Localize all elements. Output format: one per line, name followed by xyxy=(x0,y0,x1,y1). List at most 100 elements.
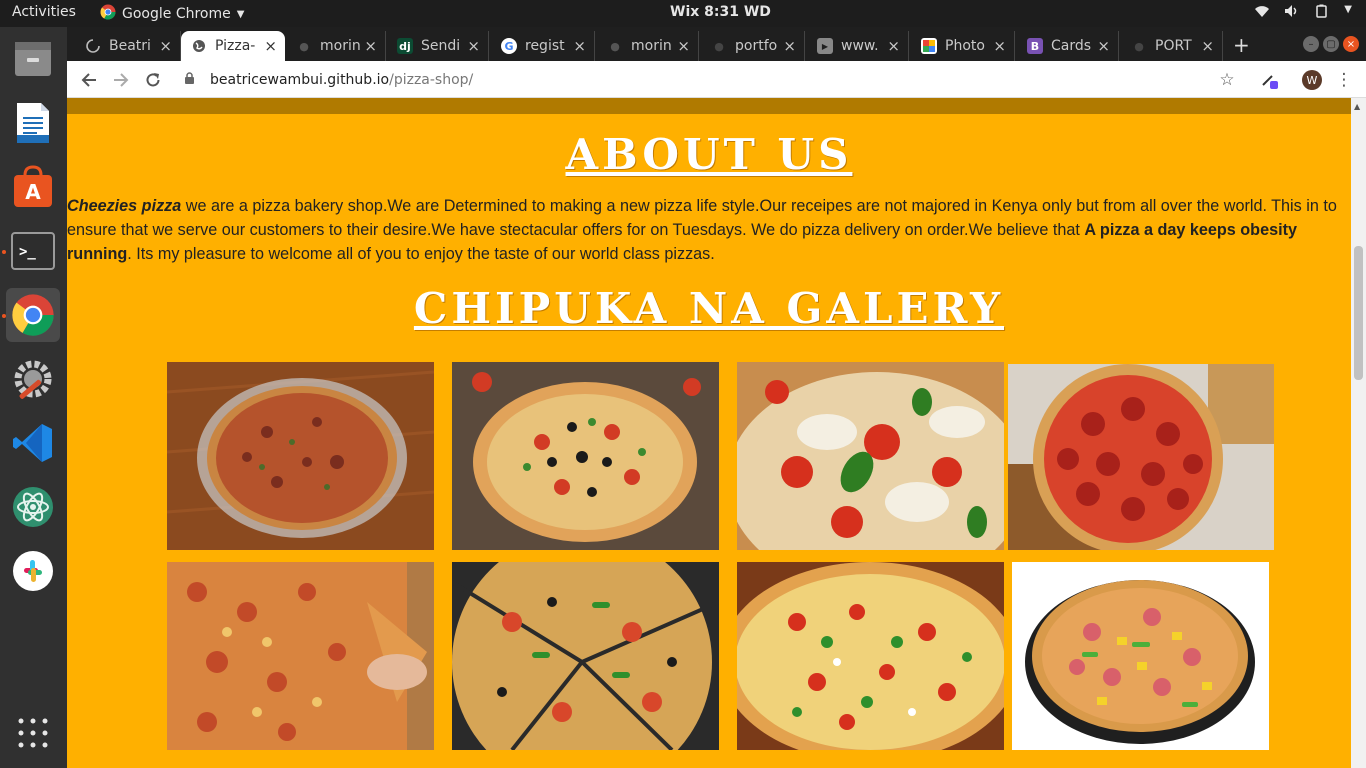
app-menu[interactable]: Google Chrome ▼ xyxy=(100,4,244,24)
system-top-bar: Activities Google Chrome ▼ Wix 8:31 WD ▼ xyxy=(0,0,1366,27)
terminal-app-icon[interactable]: >_ xyxy=(6,224,60,278)
close-icon[interactable]: × xyxy=(573,37,586,55)
browser-tab[interactable]: ▶ www. × xyxy=(807,31,909,61)
window-controls: – ▢ × xyxy=(1303,36,1359,52)
browser-tab[interactable]: ● morin × xyxy=(597,31,699,61)
close-icon[interactable]: × xyxy=(364,37,377,55)
close-icon[interactable]: × xyxy=(1201,37,1214,55)
minimize-button[interactable]: – xyxy=(1303,36,1319,52)
extension-icon[interactable] xyxy=(1257,68,1281,92)
tab-label: regist xyxy=(525,38,565,54)
about-text-part-2: . Its my pleasure to welcome all of you … xyxy=(127,245,715,263)
tab-strip: Beatri × Pizza- × ● morin × dj Sendi × G… xyxy=(67,27,1366,61)
avatar: W xyxy=(1302,70,1322,90)
profile-avatar-button[interactable]: W xyxy=(1300,68,1324,92)
maximize-button[interactable]: ▢ xyxy=(1323,36,1339,52)
tab-label: portfo xyxy=(735,38,778,54)
browser-tab[interactable]: ● PORT × xyxy=(1121,31,1223,61)
gallery-image[interactable] xyxy=(167,362,434,550)
browser-tab-active[interactable]: Pizza- × xyxy=(181,31,285,61)
settings-app-icon[interactable] xyxy=(6,352,60,406)
github-icon: ● xyxy=(1134,39,1144,53)
slack-app-icon[interactable] xyxy=(6,544,60,598)
browser-tab[interactable]: Beatri × xyxy=(75,31,181,61)
tab-label: Pizza- xyxy=(215,38,255,54)
close-icon[interactable]: × xyxy=(993,37,1006,55)
browser-tab[interactable]: B Cards × xyxy=(1017,31,1119,61)
writer-app-icon[interactable] xyxy=(6,96,60,150)
close-icon[interactable]: × xyxy=(887,37,900,55)
gallery-image[interactable] xyxy=(1008,364,1274,550)
about-paragraph: Cheezies pizza we are a pizza bakery sho… xyxy=(67,194,1337,266)
close-window-button[interactable]: × xyxy=(1343,36,1359,52)
page-viewport: ABOUT US Cheezies pizza we are a pizza b… xyxy=(67,98,1351,768)
github-icon: ● xyxy=(299,39,309,53)
back-button[interactable] xyxy=(78,69,100,91)
battery-icon xyxy=(1314,4,1330,22)
forward-button[interactable] xyxy=(110,69,132,91)
django-icon: dj xyxy=(397,38,413,54)
close-icon[interactable]: × xyxy=(1097,37,1110,55)
gallery-image[interactable] xyxy=(737,362,1004,550)
tab-label: morin xyxy=(631,38,672,54)
chrome-icon xyxy=(100,4,116,24)
brand-name: Cheezies pizza xyxy=(67,197,182,215)
wifi-icon xyxy=(1254,4,1270,22)
lock-icon[interactable] xyxy=(184,72,198,88)
browser-toolbar: beatricewambui.github.io/pizza-shop/ ☆ W… xyxy=(67,61,1366,98)
globe-icon xyxy=(191,38,207,54)
gallery-image[interactable] xyxy=(737,562,1004,750)
loading-icon xyxy=(85,38,101,54)
address-bar[interactable]: beatricewambui.github.io/pizza-shop/ xyxy=(184,66,1244,94)
scroll-up-icon[interactable]: ▲ xyxy=(1354,102,1360,111)
svg-text:>_: >_ xyxy=(19,244,36,260)
tab-label: PORT xyxy=(1155,38,1192,54)
close-icon[interactable]: × xyxy=(783,37,796,55)
browser-tab[interactable]: ● portfo × xyxy=(701,31,805,61)
url-host: beatricewambui.github.io xyxy=(210,72,390,88)
gallery-image[interactable] xyxy=(452,562,719,750)
github-icon: ● xyxy=(610,39,620,53)
close-icon[interactable]: × xyxy=(467,37,480,55)
show-apps-grid-icon[interactable] xyxy=(6,706,60,760)
atom-app-icon[interactable] xyxy=(6,480,60,534)
google-icon: G xyxy=(501,38,517,54)
bootstrap-icon: B xyxy=(1027,38,1043,54)
dock: A >_ xyxy=(0,27,67,768)
menu-kebab-icon[interactable]: ⋮ xyxy=(1332,68,1356,92)
page-scrollbar[interactable]: ▲ xyxy=(1351,98,1366,768)
close-icon[interactable]: × xyxy=(159,37,172,55)
vscode-app-icon[interactable] xyxy=(6,416,60,470)
chrome-app-icon[interactable] xyxy=(6,288,60,342)
browser-tab[interactable]: Photo × xyxy=(911,31,1015,61)
gallery-image[interactable] xyxy=(167,562,434,750)
activities-button[interactable]: Activities xyxy=(12,4,76,20)
gallery-image[interactable] xyxy=(452,362,719,550)
gallery-heading: CHIPUKA NA GALERY xyxy=(413,284,1005,333)
clock[interactable]: Wix 8:31 WD xyxy=(670,4,771,20)
close-icon[interactable]: × xyxy=(264,37,277,55)
browser-tab[interactable]: G regist × xyxy=(491,31,595,61)
system-tray[interactable]: ▼ xyxy=(1254,4,1352,22)
url-path: /pizza-shop/ xyxy=(389,72,474,88)
tab-label: Cards xyxy=(1051,38,1092,54)
browser-tab[interactable]: ● morin × xyxy=(286,31,386,61)
github-icon: ● xyxy=(714,39,724,53)
tab-label: Beatri xyxy=(109,38,151,54)
reload-button[interactable] xyxy=(142,69,164,91)
tab-label: www. xyxy=(841,38,879,54)
bookmark-star-icon[interactable]: ☆ xyxy=(1215,68,1239,92)
browser-tab[interactable]: dj Sendi × xyxy=(387,31,489,61)
about-heading: ABOUT US xyxy=(565,130,853,179)
files-app-icon[interactable] xyxy=(6,32,60,86)
software-center-icon[interactable]: A xyxy=(6,160,60,214)
new-tab-button[interactable]: + xyxy=(1233,33,1250,57)
tab-label: Photo xyxy=(945,38,985,54)
app-menu-label: Google Chrome xyxy=(122,6,231,22)
svg-text:A: A xyxy=(25,180,41,204)
photo-icon xyxy=(921,38,937,54)
gallery-image[interactable] xyxy=(1012,562,1269,750)
navbar-strip xyxy=(67,98,1351,114)
scrollbar-thumb[interactable] xyxy=(1354,246,1363,380)
close-icon[interactable]: × xyxy=(677,37,690,55)
